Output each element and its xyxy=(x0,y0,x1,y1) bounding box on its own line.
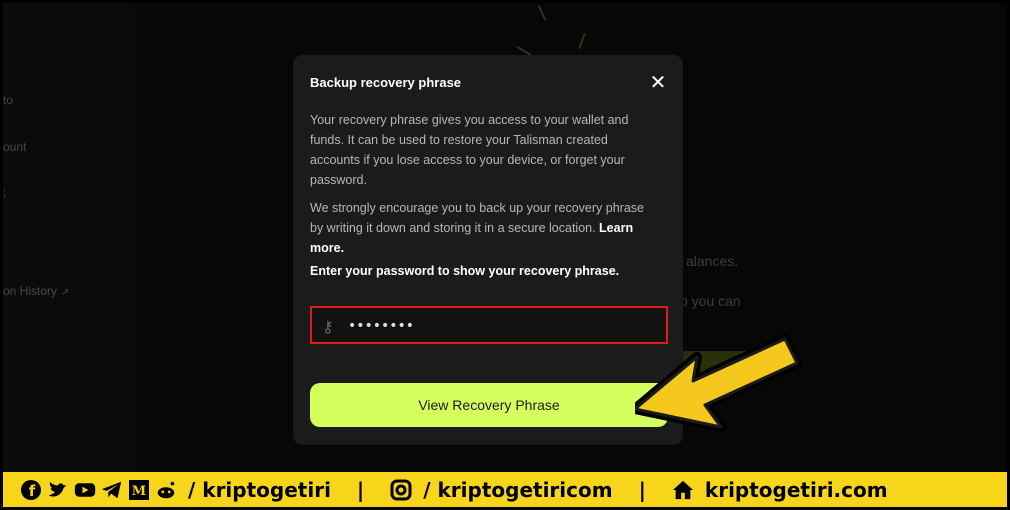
reddit-icon[interactable] xyxy=(155,479,177,501)
modal-encouragement: We strongly encourage you to back up you… xyxy=(310,198,660,258)
view-recovery-phrase-button[interactable]: View Recovery Phrase xyxy=(310,383,668,427)
encouragement-text: We strongly encourage you to back up you… xyxy=(310,201,644,235)
password-input[interactable] xyxy=(348,316,648,336)
facebook-icon[interactable]: f xyxy=(20,479,42,501)
svg-text:f: f xyxy=(29,482,36,500)
footer-handle-instagram: / kriptogetiricom xyxy=(423,477,613,502)
home-icon[interactable] xyxy=(672,479,694,501)
twitter-icon[interactable] xyxy=(47,479,69,501)
close-button[interactable]: ✕ xyxy=(647,72,669,94)
footer-separator: | xyxy=(638,477,646,502)
footer-separator: | xyxy=(356,477,365,502)
app-window: to ount ; on History ↗ alances. o you can… xyxy=(3,3,1007,472)
modal-description: Your recovery phrase gives you access to… xyxy=(310,113,629,187)
close-icon: ✕ xyxy=(649,72,667,94)
youtube-icon[interactable] xyxy=(74,479,96,501)
telegram-icon[interactable] xyxy=(101,479,123,501)
footer-handle-social: / kriptogetiri xyxy=(188,477,331,502)
promo-footer: f M / kriptogetiri | / kriptogetiricom |… xyxy=(3,472,1007,507)
medium-icon[interactable]: M xyxy=(128,479,150,501)
password-field[interactable]: ⚷ xyxy=(310,306,668,344)
key-icon: ⚷ xyxy=(322,319,334,336)
pointer-arrow-icon xyxy=(635,334,802,432)
instagram-icon[interactable] xyxy=(390,479,412,501)
modal-title: Backup recovery phrase xyxy=(310,75,462,90)
svg-text:M: M xyxy=(132,484,146,499)
footer-website: kriptogetiri.com xyxy=(704,477,888,502)
backup-recovery-modal: Backup recovery phrase ✕ Your recovery p… xyxy=(293,55,683,445)
password-prompt: Enter your password to show your recover… xyxy=(310,264,620,278)
